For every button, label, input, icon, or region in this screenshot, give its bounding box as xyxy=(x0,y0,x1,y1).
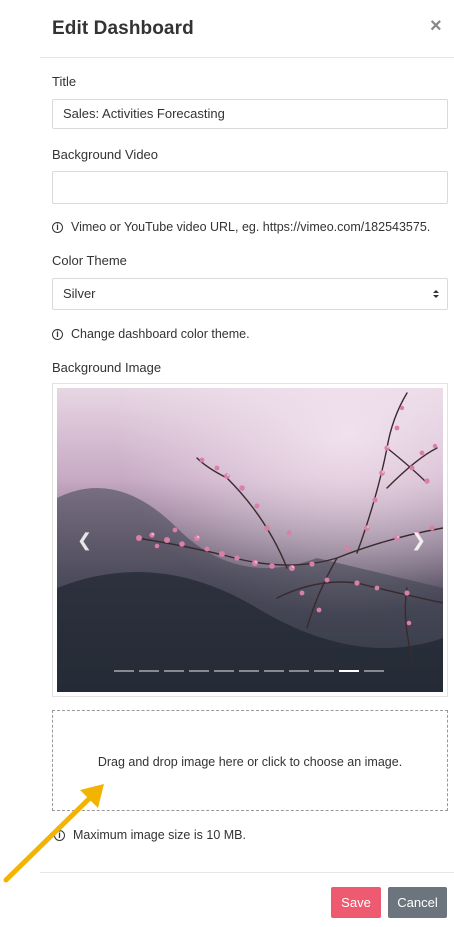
carousel-next-icon[interactable]: ❯ xyxy=(411,530,426,551)
carousel-indicator[interactable] xyxy=(189,670,209,672)
info-icon: i xyxy=(52,328,63,340)
video-help: i Vimeo or YouTube video URL, eg. https:… xyxy=(52,220,430,234)
background-video-input[interactable] xyxy=(52,171,448,204)
select-caret-icon xyxy=(433,290,439,298)
dropzone-text: Drag and drop image here or click to cho… xyxy=(97,755,403,769)
carousel-indicator[interactable] xyxy=(364,670,384,672)
theme-help-text: Change dashboard color theme. xyxy=(71,327,250,341)
carousel-indicators xyxy=(114,670,384,672)
info-icon: i xyxy=(52,221,63,233)
carousel-indicator[interactable] xyxy=(114,670,134,672)
theme-help: i Change dashboard color theme. xyxy=(52,327,250,341)
carousel-prev-icon[interactable]: ❮ xyxy=(77,530,92,551)
video-help-text: Vimeo or YouTube video URL, eg. https://… xyxy=(71,220,431,234)
color-theme-select[interactable]: Silver xyxy=(52,278,448,310)
dialog-header: Edit Dashboard × xyxy=(0,0,454,58)
header-divider xyxy=(40,57,454,58)
save-button[interactable]: Save xyxy=(331,887,381,918)
background-image-carousel: ❮ ❯ xyxy=(52,383,448,697)
carousel-indicator[interactable] xyxy=(314,670,334,672)
title-label: Title xyxy=(52,74,77,89)
cancel-button[interactable]: Cancel xyxy=(388,887,447,918)
carousel-indicator[interactable] xyxy=(139,670,159,672)
background-image-label: Background Image xyxy=(52,360,162,375)
carousel-indicator[interactable] xyxy=(214,670,234,672)
color-theme-value: Silver xyxy=(63,286,96,301)
background-video-label: Background Video xyxy=(52,147,159,162)
carousel-indicator[interactable] xyxy=(289,670,309,672)
title-input[interactable] xyxy=(52,99,448,129)
background-image-preview: ❮ ❯ xyxy=(57,388,443,692)
carousel-indicator[interactable] xyxy=(239,670,259,672)
footer-divider xyxy=(40,872,454,873)
close-icon[interactable]: × xyxy=(430,16,442,36)
dialog-title: Edit Dashboard xyxy=(52,18,194,39)
color-theme-label: Color Theme xyxy=(52,253,127,268)
carousel-indicator[interactable] xyxy=(339,670,359,672)
carousel-indicator[interactable] xyxy=(264,670,284,672)
carousel-indicator[interactable] xyxy=(164,670,184,672)
